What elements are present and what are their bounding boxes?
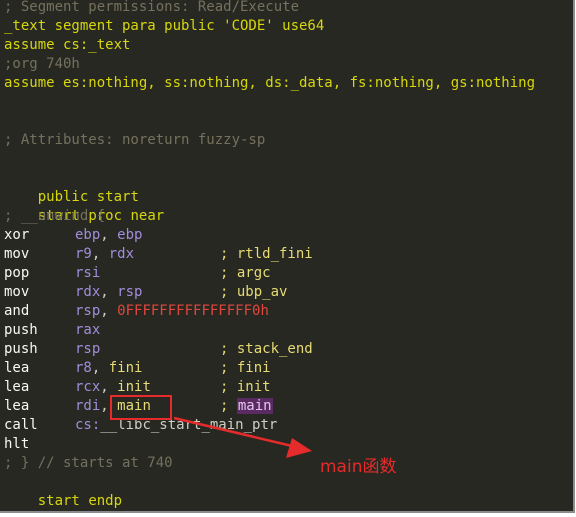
annotation-arrow-icon <box>173 416 312 458</box>
main-function-annotation: main函数 <box>320 457 397 477</box>
disassembly-view[interactable]: ; Segment permissions: Read/Execute _tex… <box>0 0 575 513</box>
